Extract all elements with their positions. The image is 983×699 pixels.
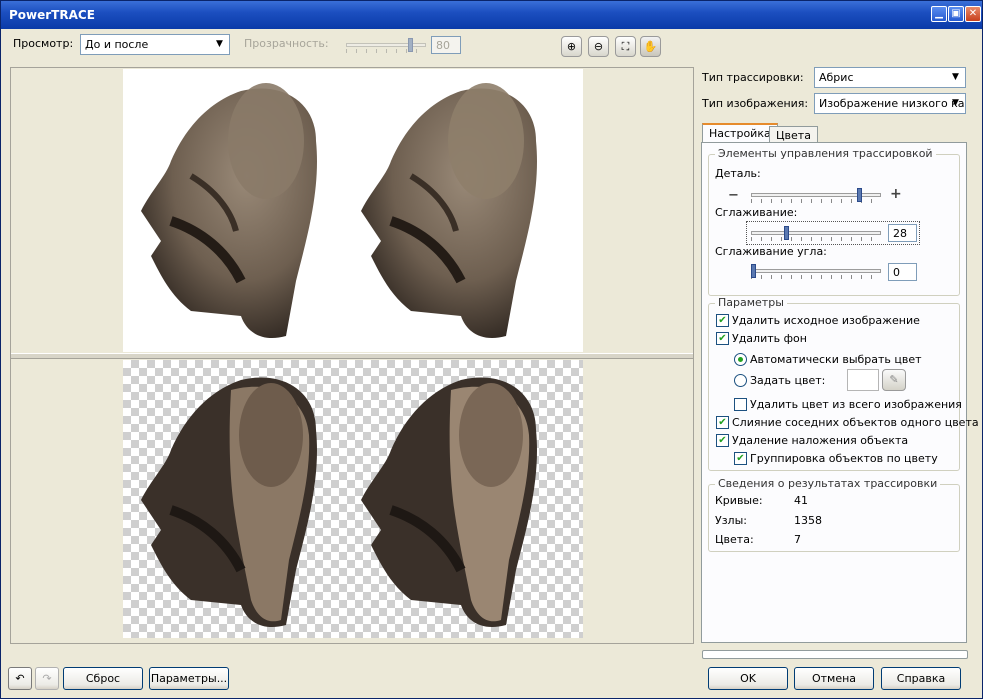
colors-label: Цвета: bbox=[715, 533, 754, 546]
trace-type-select[interactable]: Абрис ▼ bbox=[814, 67, 966, 88]
reset-button[interactable]: Сброс bbox=[63, 667, 143, 690]
trace-type-value: Абрис bbox=[819, 71, 854, 84]
set-color-label: Задать цвет: bbox=[750, 374, 826, 387]
after-preview[interactable] bbox=[123, 360, 583, 638]
merge-adjacent-label: Слияние соседних объектов одного цвета bbox=[732, 416, 979, 429]
chevron-down-icon: ▼ bbox=[216, 39, 223, 49]
cancel-button[interactable]: Отмена bbox=[794, 667, 874, 690]
delete-original-label: Удалить исходное изображение bbox=[732, 314, 920, 327]
plus-icon[interactable]: + bbox=[890, 186, 902, 202]
color-swatch[interactable] bbox=[847, 369, 879, 391]
remove-overlap-label: Удаление наложения объекта bbox=[732, 434, 909, 447]
remove-background-label: Удалить фон bbox=[732, 332, 807, 345]
preview-splitter[interactable] bbox=[11, 353, 693, 359]
smoothing-label: Сглаживание: bbox=[715, 206, 798, 219]
nodes-label: Узлы: bbox=[715, 514, 747, 527]
image-type-label: Тип изображения: bbox=[702, 97, 809, 110]
fit-icon[interactable]: ⛶ bbox=[615, 36, 636, 57]
transparency-field: 80 bbox=[431, 36, 461, 54]
auto-color-radio[interactable] bbox=[734, 353, 747, 366]
original-bitmap-image bbox=[141, 83, 537, 339]
settings-tab-panel: Элементы управления трассировкой Деталь:… bbox=[701, 142, 979, 643]
delete-original-checkbox[interactable]: ✔ bbox=[716, 314, 729, 327]
curves-label: Кривые: bbox=[715, 494, 763, 507]
preview-area bbox=[10, 67, 694, 644]
smoothing-slider-thumb[interactable] bbox=[784, 226, 789, 240]
minimize-icon[interactable]: ▁ bbox=[931, 6, 947, 22]
corner-smoothing-label: Сглаживание угла: bbox=[715, 245, 827, 258]
preview-mode-value: До и после bbox=[85, 38, 149, 51]
tab-settings[interactable]: Настройка bbox=[702, 123, 778, 144]
detail-slider-thumb[interactable] bbox=[857, 188, 862, 202]
trace-controls-title: Элементы управления трассировкой bbox=[715, 147, 936, 160]
help-button[interactable]: Справка bbox=[881, 667, 961, 690]
smoothing-field[interactable]: 28 bbox=[888, 224, 917, 242]
trace-type-label: Тип трассировки: bbox=[702, 71, 804, 84]
transparency-label: Прозрачность: bbox=[244, 37, 329, 50]
colors-value: 7 bbox=[794, 533, 801, 546]
group-by-color-checkbox[interactable]: ✔ bbox=[734, 452, 747, 465]
close-icon[interactable]: ✕ bbox=[965, 6, 981, 22]
results-title: Сведения о результатах трассировки bbox=[715, 477, 941, 490]
maximize-icon[interactable]: ▣ bbox=[948, 6, 964, 22]
zoom-in-icon[interactable]: ⊕ bbox=[561, 36, 582, 57]
powertrace-window: PowerTRACE ▁ ▣ ✕ Просмотр: До и после ▼ … bbox=[0, 0, 983, 699]
smoothing-slider[interactable] bbox=[751, 226, 881, 241]
transparency-thumb bbox=[408, 38, 413, 52]
corner-smoothing-slider[interactable] bbox=[751, 264, 881, 279]
curves-value: 41 bbox=[794, 494, 808, 507]
eyedropper-icon[interactable]: ✎ bbox=[882, 369, 906, 391]
detail-slider[interactable] bbox=[751, 188, 881, 203]
group-by-color-label: Группировка объектов по цвету bbox=[750, 452, 938, 465]
corner-smoothing-field[interactable]: 0 bbox=[888, 263, 917, 281]
title-bar[interactable]: PowerTRACE ▁ ▣ ✕ bbox=[1, 1, 982, 29]
merge-adjacent-checkbox[interactable]: ✔ bbox=[716, 416, 729, 429]
zoom-out-icon[interactable]: ⊖ bbox=[588, 36, 609, 57]
preview-mode-select[interactable]: До и после ▼ bbox=[80, 34, 230, 55]
transparency-slider bbox=[346, 38, 426, 53]
options-button[interactable]: Параметры... bbox=[149, 667, 229, 690]
remove-color-all-label: Удалить цвет из всего изображения bbox=[750, 398, 962, 411]
set-color-radio[interactable] bbox=[734, 374, 747, 387]
corner-smoothing-thumb[interactable] bbox=[751, 264, 756, 278]
chevron-down-icon: ▼ bbox=[952, 98, 959, 108]
before-preview[interactable] bbox=[123, 69, 583, 352]
progress-bar bbox=[702, 650, 968, 659]
remove-background-checkbox[interactable]: ✔ bbox=[716, 332, 729, 345]
minus-icon[interactable]: − bbox=[728, 188, 739, 203]
image-type-select[interactable]: Изображение низкого кач ▼ bbox=[814, 93, 966, 114]
nodes-value: 1358 bbox=[794, 514, 822, 527]
detail-label: Деталь: bbox=[715, 167, 761, 180]
preview-label: Просмотр: bbox=[13, 37, 74, 50]
auto-color-label: Автоматически выбрать цвет bbox=[750, 353, 922, 366]
pan-hand-icon[interactable]: ✋ bbox=[640, 36, 661, 57]
chevron-down-icon: ▼ bbox=[952, 72, 959, 82]
traced-vector-image bbox=[141, 377, 537, 628]
remove-overlap-checkbox[interactable]: ✔ bbox=[716, 434, 729, 447]
image-type-value: Изображение низкого кач bbox=[819, 97, 966, 110]
window-title: PowerTRACE bbox=[9, 8, 95, 22]
ok-button[interactable]: OK bbox=[708, 667, 788, 690]
undo-icon[interactable]: ↶ bbox=[8, 667, 32, 690]
remove-color-all-checkbox[interactable] bbox=[734, 398, 747, 411]
options-title: Параметры bbox=[715, 296, 787, 309]
redo-icon[interactable]: ↷ bbox=[35, 667, 59, 690]
